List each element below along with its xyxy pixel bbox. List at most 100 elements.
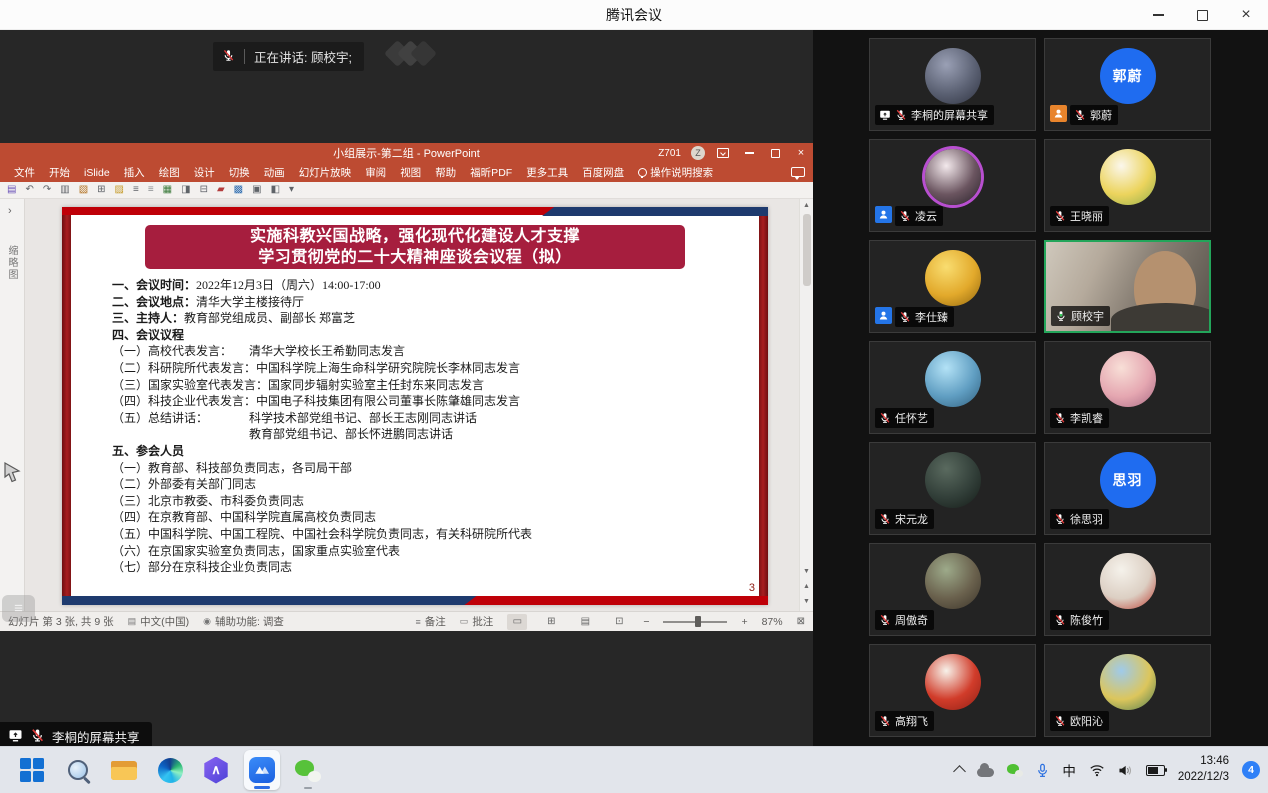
flag-icon[interactable]: ▰ [217,185,225,195]
zoom-level[interactable]: 87% [762,616,783,628]
ribbon-tab-视图[interactable]: 视图 [394,163,427,182]
ribbon-display-options-button[interactable] [715,145,731,161]
align-left-icon[interactable]: ≡ [133,185,139,195]
picture-icon[interactable]: ▦ [163,185,172,195]
participant-tile-11[interactable]: 陈俊竹 [1044,543,1211,636]
maximize-button[interactable] [1180,0,1224,30]
zoom-in-button[interactable]: + [741,616,747,628]
participant-tile-2[interactable]: 凌云 [869,139,1036,232]
tray-item-wifi[interactable] [1089,764,1105,777]
taskbar-app-edge[interactable] [152,750,188,790]
ribbon-tab-文件[interactable]: 文件 [8,163,41,182]
taskbar-app-search[interactable] [60,750,96,790]
save-icon[interactable]: ▤ [7,185,16,195]
fit-slide-icon[interactable]: ⊠ [797,616,805,627]
redo-icon[interactable]: ↷ [43,185,51,195]
view-reading-button[interactable]: ▤ [575,614,595,630]
ribbon-tab-百度网盘[interactable]: 百度网盘 [576,163,630,182]
align-center-icon[interactable]: ≡ [148,185,154,195]
taskbar-app-tencent-meeting[interactable] [244,750,280,790]
layout-icon[interactable]: ◧ [271,185,280,195]
slide-canvas[interactable]: 实施科教兴国战略，强化现代化建设人才支撑 学习贯彻党的二十大精神座谈会议程（拟）… [62,207,768,605]
participant-tile-13[interactable]: 欧阳沁 [1044,644,1211,737]
new-slide-icon[interactable]: ▣ [252,185,261,195]
ppt-titlebar[interactable]: 小组展示-第二组 - PowerPoint Z701 Z × [0,143,813,163]
more-icon[interactable]: ▾ [289,185,294,195]
taskbar-app-hexagon-app[interactable]: ∧ [198,750,234,790]
participant-tile-7[interactable]: 李凯睿 [1044,341,1211,434]
comments-button[interactable]: ▭ 批注 [460,614,494,629]
view-normal-button[interactable]: ▭ [507,614,527,630]
participant-chip-row: 陈俊竹 [1050,610,1109,630]
ribbon-tab-操作说明搜索[interactable]: 操作说明搜索 [632,163,719,182]
proofing-icon: ▤ [128,616,137,627]
language-indicator[interactable]: 中文(中国) [140,614,189,629]
ribbon-tab-切换[interactable]: 切换 [223,163,256,182]
copy-icon[interactable]: ⊞ [97,185,105,195]
participant-tile-12[interactable]: 高翔飞 [869,644,1036,737]
ppt-minimize-button[interactable] [741,145,757,161]
participant-tile-6[interactable]: 任怀艺 [869,341,1036,434]
comment-icon[interactable] [791,167,805,177]
zoom-slider[interactable] [663,621,727,623]
ribbon-tab-审阅[interactable]: 审阅 [359,163,392,182]
tray-item-ime[interactable]: 中 [1062,760,1076,780]
expand-pane-icon[interactable]: › [8,205,12,217]
ribbon-tab-开始[interactable]: 开始 [43,163,76,182]
tray-item-wechat-tray[interactable] [1007,763,1023,777]
previous-slide-icon[interactable]: ▲ [800,583,813,590]
thumbnail-pane-collapsed[interactable]: › 缩略图 [0,199,25,611]
notification-badge[interactable]: 4 [1242,761,1260,779]
ribbon-tab-绘图[interactable]: 绘图 [153,163,186,182]
participant-tile-9[interactable]: 思羽徐思羽 [1044,442,1211,535]
ribbon-tab-设计[interactable]: 设计 [188,163,221,182]
next-slide-icon[interactable]: ▼ [800,598,813,605]
participant-tile-8[interactable]: 宋元龙 [869,442,1036,535]
ribbon-tab-动画[interactable]: 动画 [258,163,291,182]
participant-tile-4[interactable]: 李仕臻 [869,240,1036,333]
close-button[interactable]: × [1224,0,1268,30]
taskbar-app-start[interactable] [14,750,50,790]
tray-item-onedrive-cloud[interactable] [977,764,994,777]
ribbon-tab-更多工具[interactable]: 更多工具 [520,163,574,182]
format-painter-icon[interactable]: ▨ [115,185,124,195]
participant-tile-5[interactable]: 顾校宇 [1044,240,1211,333]
taskbar-app-file-explorer[interactable] [106,750,142,790]
tray-item-microphone[interactable] [1036,763,1049,778]
zoom-out-button[interactable]: − [643,616,649,628]
paste-icon[interactable]: ▧ [79,185,88,195]
ppt-avatar[interactable]: Z [691,146,705,160]
ribbon-tab-福昕PDF[interactable]: 福昕PDF [464,163,518,182]
ribbon-tab-幻灯片放映[interactable]: 幻灯片放映 [293,163,358,182]
vertical-scrollbar[interactable]: ▲ ▼ ▲ ▼ [799,199,813,611]
scroll-down-icon[interactable]: ▼ [800,568,813,575]
minimize-button[interactable] [1136,0,1180,30]
tray-item-battery[interactable] [1146,765,1165,776]
screenshot-icon[interactable]: ◨ [181,185,190,195]
participant-tile-1[interactable]: 郭蔚郭蔚 [1044,38,1211,131]
ppt-restore-button[interactable] [767,145,783,161]
view-slide-sorter-button[interactable]: ⊞ [541,614,561,630]
scrollbar-thumb[interactable] [803,214,811,286]
ribbon-tab-iSlide[interactable]: iSlide [78,165,116,181]
tray-item-volume[interactable] [1118,764,1133,777]
ppt-account[interactable]: Z701 [658,148,681,159]
chart-icon[interactable]: ▩ [234,185,243,195]
taskbar-clock[interactable]: 13:46 2022/12/3 [1178,754,1229,785]
taskbar-app-wechat[interactable] [290,750,326,790]
accessibility-status[interactable]: 辅助功能: 调查 [215,614,284,629]
participant-tile-3[interactable]: 王晓丽 [1044,139,1211,232]
participant-tile-0[interactable]: 李桐的屏幕共享 [869,38,1036,131]
participant-tile-10[interactable]: 周傲奇 [869,543,1036,636]
view-slideshow-button[interactable]: ⊡ [609,614,629,630]
print-preview-icon[interactable]: ▥ [60,185,69,195]
ribbon-tab-帮助[interactable]: 帮助 [429,163,462,182]
bullets-icon[interactable]: ⊟ [200,185,208,195]
floating-toolbar-icon[interactable]: ≡ [2,595,35,622]
scroll-up-icon[interactable]: ▲ [800,202,813,209]
ppt-close-button[interactable]: × [793,145,809,161]
ribbon-tab-插入[interactable]: 插入 [118,163,151,182]
tray-item-tray-expand[interactable] [955,764,964,776]
undo-icon[interactable]: ↶ [25,185,33,195]
notes-button[interactable]: ≡ 备注 [416,614,446,629]
